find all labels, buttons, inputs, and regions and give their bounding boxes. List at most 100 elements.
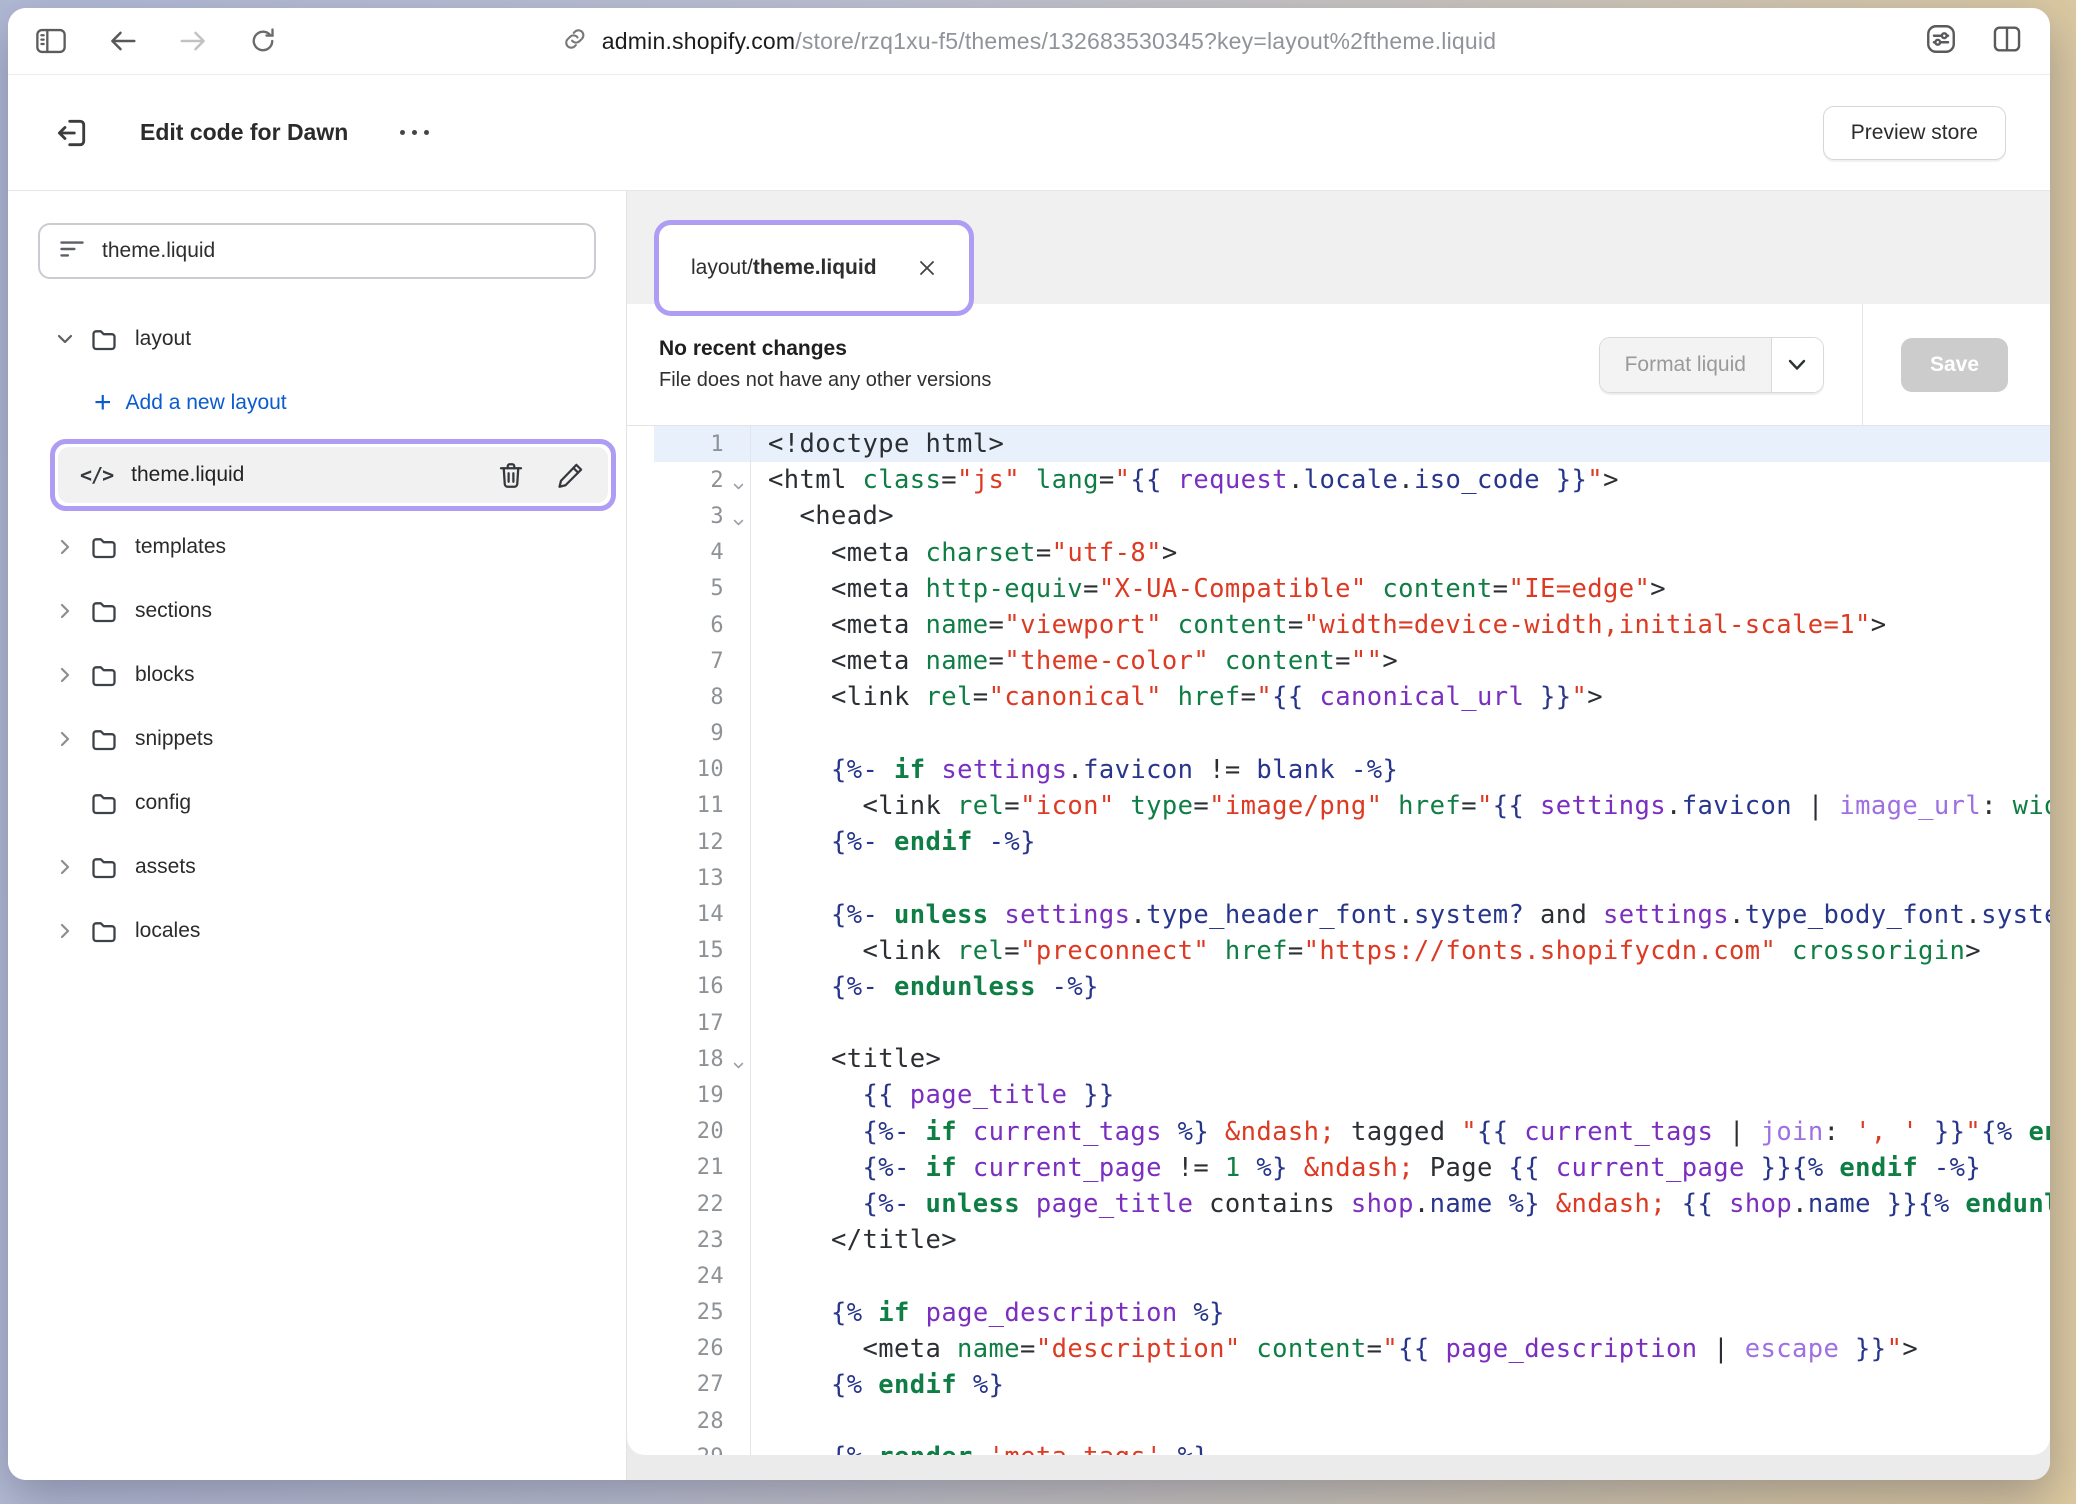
search-input[interactable] [102,239,576,263]
code-line-8[interactable]: 8 <link rel="canonical" href="{{ canonic… [654,679,2050,715]
sidebar-item-templates[interactable]: templates [8,515,626,579]
split-view-icon[interactable] [1990,22,2024,61]
chevron-right-icon[interactable] [53,665,77,685]
code-text [751,1403,2050,1439]
chevron-down-icon [1787,358,1807,372]
line-number: 12 [654,824,751,860]
folder-label: assets [135,855,196,879]
format-liquid-dropdown[interactable] [1771,338,1823,392]
more-actions-icon[interactable] [400,130,429,135]
code-editor[interactable]: 1<!doctype html>2<html class="js" lang="… [654,426,2050,1455]
code-line-1[interactable]: 1<!doctype html> [654,426,2050,462]
folder-label: locales [135,919,200,943]
line-number: 28 [654,1403,751,1439]
code-text: {%- unless settings.type_header_font.sys… [751,896,2050,932]
plus-icon: + [94,388,112,418]
add-new-layout-link[interactable]: + Add a new layout [8,371,626,435]
code-text: {% if page_description %} [751,1295,2050,1331]
line-number: 29 [654,1439,751,1455]
code-line-13[interactable]: 13 [654,860,2050,896]
tab-highlight-ring: layout/theme.liquid [654,220,974,316]
url-bar[interactable]: admin.shopify.com/store/rzq1xu-f5/themes… [562,8,1496,74]
code-line-25[interactable]: 25 {% if page_description %} [654,1295,2050,1331]
code-line-7[interactable]: 7 <meta name="theme-color" content=""> [654,643,2050,679]
chevron-right-icon[interactable] [53,729,77,749]
code-line-28[interactable]: 28 [654,1403,2050,1439]
folder-label: sections [135,599,212,623]
code-line-2[interactable]: 2<html class="js" lang="{{ request.local… [654,462,2050,498]
fold-chevron-icon[interactable] [732,510,745,535]
code-text [751,716,2050,752]
sidebar-panel-icon[interactable] [34,26,68,56]
line-number: 18 [654,1041,751,1077]
code-line-18[interactable]: 18 <title> [654,1041,2050,1077]
code-line-27[interactable]: 27 {% endif %} [654,1367,2050,1403]
fold-chevron-icon[interactable] [732,474,745,499]
code-line-11[interactable]: 11 <link rel="icon" type="image/png" hre… [654,788,2050,824]
close-icon[interactable] [917,258,937,278]
page-title: Edit code for Dawn [140,119,348,146]
code-line-23[interactable]: 23 </title> [654,1222,2050,1258]
forward-icon[interactable] [178,28,208,54]
rename-file-icon[interactable] [556,460,586,490]
chevron-right-icon[interactable] [53,857,77,877]
format-liquid-button[interactable]: Format liquid [1600,338,1771,392]
page-settings-icon[interactable] [1924,22,1958,61]
chevron-down-icon[interactable] [53,329,77,349]
code-line-3[interactable]: 3 <head> [654,498,2050,534]
sidebar-item-snippets[interactable]: snippets [8,707,626,771]
chevron-right-icon[interactable] [53,601,77,621]
file-item-theme.liquid[interactable]: </>theme.liquid [58,447,608,503]
sidebar-item-assets[interactable]: assets [8,835,626,899]
code-line-16[interactable]: 16 {%- endunless -%} [654,969,2050,1005]
code-line-22[interactable]: 22 {%- unless page_title contains shop.n… [654,1186,2050,1222]
add-layout-label: Add a new layout [126,391,287,415]
code-line-6[interactable]: 6 <meta name="viewport" content="width=d… [654,607,2050,643]
chevron-right-icon[interactable] [53,921,77,941]
code-line-15[interactable]: 15 <link rel="preconnect" href="https://… [654,933,2050,969]
tab-bar: layout/theme.liquid [627,191,2050,304]
sidebar-item-config[interactable]: config [8,771,626,835]
line-number: 19 [654,1077,751,1113]
code-line-14[interactable]: 14 {%- unless settings.type_header_font.… [654,896,2050,932]
sidebar-item-sections[interactable]: sections [8,579,626,643]
code-line-9[interactable]: 9 [654,716,2050,752]
tab-label: layout/theme.liquid [691,256,877,280]
preview-store-button[interactable]: Preview store [1823,106,2006,160]
code-line-26[interactable]: 26 <meta name="description" content="{{ … [654,1331,2050,1367]
code-text [751,860,2050,896]
file-search[interactable] [38,223,596,279]
code-line-5[interactable]: 5 <meta http-equiv="X-UA-Compatible" con… [654,571,2050,607]
exit-icon[interactable] [52,113,92,153]
code-line-12[interactable]: 12 {%- endif -%} [654,824,2050,860]
back-icon[interactable] [108,28,138,54]
sidebar-item-blocks[interactable]: blocks [8,643,626,707]
line-number: 25 [654,1295,751,1331]
code-line-21[interactable]: 21 {%- if current_page != 1 %} &ndash; P… [654,1150,2050,1186]
code-line-4[interactable]: 4 <meta charset="utf-8"> [654,535,2050,571]
browser-window: admin.shopify.com/store/rzq1xu-f5/themes… [8,8,2050,1480]
code-line-19[interactable]: 19 {{ page_title }} [654,1077,2050,1113]
line-number: 7 [654,643,751,679]
fold-chevron-icon[interactable] [732,1053,745,1078]
chevron-right-icon[interactable] [53,537,77,557]
code-line-24[interactable]: 24 [654,1258,2050,1294]
code-text: {%- if settings.favicon != blank -%} [751,752,2050,788]
line-number: 22 [654,1186,751,1222]
code-text [751,1005,2050,1041]
line-number: 20 [654,1114,751,1150]
code-text: <title> [751,1041,2050,1077]
save-button[interactable]: Save [1901,338,2008,392]
delete-file-icon[interactable] [496,460,526,490]
sidebar-item-locales[interactable]: locales [8,899,626,963]
reload-icon[interactable] [248,25,278,57]
tab-theme-liquid[interactable]: layout/theme.liquid [663,229,965,307]
code-line-17[interactable]: 17 [654,1005,2050,1041]
line-number: 13 [654,860,751,896]
code-line-29[interactable]: 29 {% render 'meta-tags' %} [654,1439,2050,1455]
code-line-20[interactable]: 20 {%- if current_tags %} &ndash; tagged… [654,1114,2050,1150]
sidebar-item-layout[interactable]: layout [8,307,626,371]
code-line-10[interactable]: 10 {%- if settings.favicon != blank -%} [654,752,2050,788]
folder-icon [89,324,119,354]
line-number: 4 [654,535,751,571]
